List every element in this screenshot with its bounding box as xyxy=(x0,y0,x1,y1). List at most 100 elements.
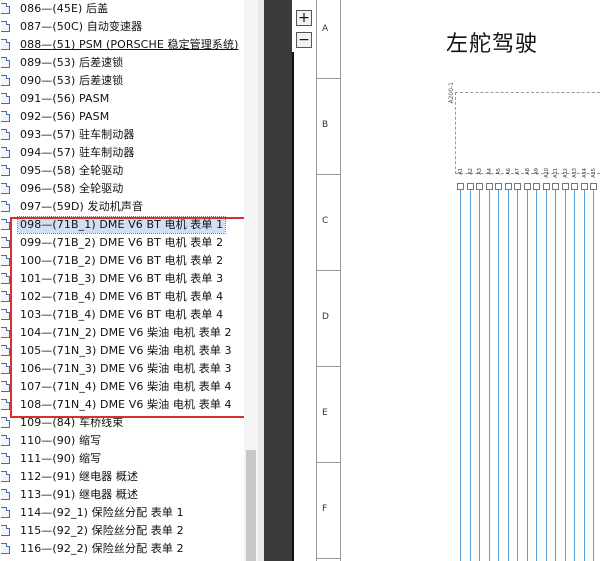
bookmark-label: 093—(57) 驻车制动器 xyxy=(20,128,135,141)
page-icon xyxy=(1,219,10,230)
wire xyxy=(583,190,585,561)
ruler-letter: C xyxy=(322,216,329,226)
bookmark-item[interactable]: 101—(71B_3) DME V6 BT 电机 表单 3 xyxy=(0,270,244,288)
bookmark-label: 116—(92_2) 保险丝分配 表单 2 xyxy=(20,542,184,555)
bookmark-item[interactable]: 109—(84) 车桥线束 xyxy=(0,414,244,432)
page-icon xyxy=(1,327,10,338)
wire xyxy=(564,190,566,561)
bookmark-item[interactable]: 103—(71B_4) DME V6 BT 电机 表单 4 xyxy=(0,306,244,324)
page-icon xyxy=(1,129,10,140)
bookmark-item[interactable]: 088—(51) PSM (PORSCHE 稳定管理系统) xyxy=(0,36,244,54)
bookmark-item[interactable]: 096—(58) 全轮驱动 xyxy=(0,180,244,198)
bookmark-label: 098—(71B_1) DME V6 BT 电机 表单 1 xyxy=(16,216,227,234)
ruler-letter: E xyxy=(322,408,328,418)
bookmark-item[interactable]: 116—(92_2) 保险丝分配 表单 2 xyxy=(0,540,244,558)
wire xyxy=(460,190,461,561)
page-icon xyxy=(1,273,10,284)
bookmark-item[interactable]: 092—(56) PASM xyxy=(0,108,244,126)
bookmark-item[interactable]: 107—(71N_4) DME V6 柴油 电机 表单 4 xyxy=(0,378,244,396)
bookmark-item[interactable]: 094—(57) 驻车制动器 xyxy=(0,144,244,162)
bookmark-item[interactable]: 098—(71B_1) DME V6 BT 电机 表单 1 xyxy=(0,216,244,234)
bookmark-label: 092—(56) PASM xyxy=(20,110,110,123)
page-icon xyxy=(1,363,10,374)
bookmark-item[interactable]: 087—(50C) 自动变速器 xyxy=(0,18,244,36)
wire xyxy=(498,190,499,561)
bookmark-label: 091—(56) PASM xyxy=(20,92,110,105)
bookmark-label: 096—(58) 全轮驱动 xyxy=(20,182,124,195)
bookmark-item[interactable]: 102—(71B_4) DME V6 BT 电机 表单 4 xyxy=(0,288,244,306)
bookmark-item[interactable]: 105—(71N_3) DME V6 柴油 电机 表单 3 xyxy=(0,342,244,360)
page-icon xyxy=(1,543,10,554)
scrollbar-thumb[interactable] xyxy=(246,450,256,561)
pin-label: A1 xyxy=(458,168,464,175)
bookmark-label: 110—(90) 缩写 xyxy=(20,434,102,447)
document-page: 左舵驾驶 xyxy=(292,0,600,561)
bookmark-item[interactable]: 112—(91) 继电器 概述 xyxy=(0,468,244,486)
viewer-gutter xyxy=(264,0,292,561)
page-icon xyxy=(1,453,10,464)
bookmark-item[interactable]: 113—(91) 继电器 概述 xyxy=(0,486,244,504)
connector-pin xyxy=(571,183,578,190)
pin-label: A7 xyxy=(515,168,521,175)
connector-pin xyxy=(533,183,540,190)
bookmark-item[interactable]: 099—(71B_2) DME V6 BT 电机 表单 2 xyxy=(0,234,244,252)
bookmark-item[interactable]: 089—(53) 后差速锁 xyxy=(0,54,244,72)
bookmark-item[interactable]: 097—(59D) 发动机声音 xyxy=(0,198,244,216)
wire xyxy=(517,190,518,561)
bookmark-label: 103—(71B_4) DME V6 BT 电机 表单 4 xyxy=(20,308,224,321)
bookmark-label: 099—(71B_2) DME V6 BT 电机 表单 2 xyxy=(20,236,224,249)
bookmark-item[interactable]: 095—(58) 全轮驱动 xyxy=(0,162,244,180)
bookmark-item[interactable]: 111—(90) 缩写 xyxy=(0,450,244,468)
wire xyxy=(545,190,547,561)
zoom-controls: + − xyxy=(292,0,316,52)
ruler-letter: F xyxy=(322,504,328,514)
bookmark-label: 089—(53) 后差速锁 xyxy=(20,56,124,69)
bookmark-label: 087—(50C) 自动变速器 xyxy=(20,20,143,33)
bookmarks-scrollbar[interactable] xyxy=(244,0,258,561)
page-icon xyxy=(1,489,10,500)
bookmarks-panel: 086—(45E) 后盖 087—(50C) 自动变速器 088—(51) PSM … xyxy=(0,0,260,561)
bookmark-label: 114—(92_1) 保险丝分配 表单 1 xyxy=(20,506,184,519)
bookmark-item[interactable]: 100—(71B_2) DME V6 BT 电机 表单 2 xyxy=(0,252,244,270)
bookmark-label: 100—(71B_2) DME V6 BT 电机 表单 2 xyxy=(20,254,224,267)
bookmark-label: 095—(58) 全轮驱动 xyxy=(20,164,124,177)
pin-label: A6 xyxy=(505,168,512,175)
bookmark-item[interactable]: 104—(71N_2) DME V6 柴油 电机 表单 2 xyxy=(0,324,244,342)
ruler-letter: B xyxy=(322,120,329,130)
pin-label: A12 xyxy=(562,168,569,178)
page-icon xyxy=(1,201,10,212)
connector-pin xyxy=(457,183,464,190)
bookmark-item[interactable]: 114—(92_1) 保险丝分配 表单 1 xyxy=(0,504,244,522)
connector-pin xyxy=(542,183,550,190)
wire xyxy=(479,190,480,561)
connector-pin xyxy=(466,183,474,190)
bookmark-item[interactable]: 115—(92_2) 保险丝分配 表单 2 xyxy=(0,522,244,540)
page-icon xyxy=(1,75,10,86)
bookmark-item[interactable]: 110—(90) 缩写 xyxy=(0,432,244,450)
bookmark-label: 105—(71N_3) DME V6 柴油 电机 表单 3 xyxy=(20,344,232,357)
connector-pin xyxy=(523,183,531,190)
bookmark-item[interactable]: 106—(71N_3) DME V6 柴油 电机 表单 3 xyxy=(0,360,244,378)
bookmark-label: 115—(92_2) 保险丝分配 表单 2 xyxy=(20,524,184,537)
page-icon xyxy=(1,93,10,104)
zoom-out-button[interactable]: − xyxy=(296,32,312,48)
bookmark-label: 086—(45E) 后盖 xyxy=(20,2,109,15)
pin-label: A3 xyxy=(477,168,483,175)
connector-label: A200-1 xyxy=(448,82,455,104)
bookmark-item[interactable]: 091—(56) PASM xyxy=(0,90,244,108)
bookmark-item[interactable]: 090—(53) 后差速锁 xyxy=(0,72,244,90)
ruler-letter: D xyxy=(322,312,329,322)
bookmark-label: 108—(71N_4) DME V6 柴油 电机 表单 4 xyxy=(20,398,232,411)
bookmark-item[interactable]: 086—(45E) 后盖 xyxy=(0,0,244,18)
bookmark-item[interactable]: 108—(71N_4) DME V6 柴油 电机 表单 4 xyxy=(0,396,244,414)
page-icon xyxy=(1,3,10,14)
pin-label: A4 xyxy=(486,168,493,175)
connector-pin xyxy=(580,183,588,190)
pin-label: A15 xyxy=(591,168,597,178)
wire xyxy=(507,190,509,561)
pin-label: A9 xyxy=(534,168,540,175)
zoom-in-button[interactable]: + xyxy=(296,10,312,26)
bookmark-item[interactable]: 093—(57) 驻车制动器 xyxy=(0,126,244,144)
pin-label: A10 xyxy=(543,168,550,178)
pin-label: A2 xyxy=(467,168,474,175)
